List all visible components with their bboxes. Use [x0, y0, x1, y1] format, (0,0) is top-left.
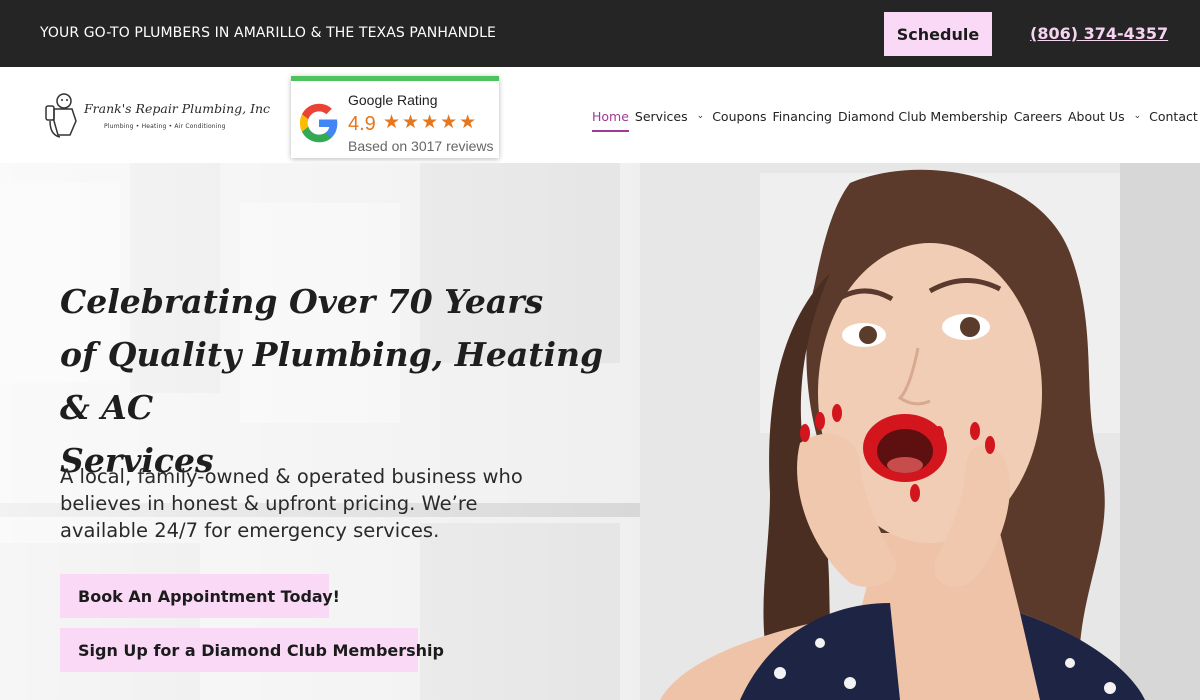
rating-title: Google Rating [348, 92, 438, 108]
main-nav: Home Services ⌄ Coupons Financing Diamond… [592, 105, 1200, 132]
plumber-mascot-icon [45, 93, 77, 138]
nav-label: Home [592, 108, 629, 124]
headline-line: Celebrating Over 70 Years [60, 282, 544, 321]
nav-label: Coupons [712, 108, 767, 124]
diamond-club-signup-button[interactable]: Sign Up for a Diamond Club Membership [60, 628, 444, 672]
phone-link[interactable]: (806) 374-4357 [1030, 24, 1168, 43]
nav-item-financing[interactable]: Financing [773, 109, 832, 124]
nav-item-contact-us[interactable]: Contact Us [1149, 109, 1200, 124]
star-icon-row: ★★★★★ [383, 111, 479, 133]
headline-line: of Quality Plumbing, Heating & AC [60, 335, 604, 427]
surprised-woman-photo [660, 169, 1145, 700]
google-rating-badge[interactable]: Google Rating 4.9 ★★★★★ Based on 3017 re… [291, 76, 499, 158]
nav-item-coupons[interactable]: Coupons [712, 109, 766, 124]
nav-label: About Us [1067, 108, 1125, 124]
chevron-down-icon: ⌄ [696, 111, 705, 121]
nav-item-diamond-club[interactable]: Diamond Club Membership [838, 109, 1008, 124]
chevron-down-icon: ⌄ [1133, 111, 1142, 121]
nav-label: Diamond Club Membership [837, 108, 1008, 124]
rating-review-count: Based on 3017 reviews [348, 138, 494, 154]
nav-item-about-us[interactable]: About Us ⌄ [1068, 109, 1143, 124]
company-logo[interactable]: Frank's Repair Plumbing, Inc Plumbing • … [40, 91, 270, 141]
nav-label: Financing [772, 108, 832, 124]
hero-headline: Celebrating Over 70 Years of Quality Plu… [60, 275, 620, 487]
nav-item-services[interactable]: Services ⌄ [635, 109, 706, 124]
tagline: YOUR GO-TO PLUMBERS IN AMARILLO & THE TE… [40, 25, 496, 41]
nav-label: Contact Us [1149, 108, 1200, 124]
nav-item-home[interactable]: Home [592, 108, 629, 132]
book-appointment-button[interactable]: Book An Appointment Today! [60, 574, 340, 618]
logo-services: Plumbing • Heating • Air Conditioning [104, 123, 226, 130]
nav-label: Careers [1013, 108, 1062, 124]
hero-section: Celebrating Over 70 Years of Quality Plu… [0, 163, 1200, 700]
rating-score: 4.9 [348, 113, 376, 135]
nav-label: Services [634, 108, 688, 124]
google-g-icon [299, 103, 338, 143]
hero-description: A local, family-owned & operated busines… [60, 465, 523, 542]
top-bar: YOUR GO-TO PLUMBERS IN AMARILLO & THE TE… [0, 0, 1200, 67]
schedule-button[interactable]: Schedule [884, 12, 992, 56]
nav-item-careers[interactable]: Careers [1014, 109, 1062, 124]
logo-name: Frank's Repair Plumbing, Inc [84, 101, 271, 116]
site-header: Frank's Repair Plumbing, Inc Plumbing • … [0, 67, 1200, 163]
